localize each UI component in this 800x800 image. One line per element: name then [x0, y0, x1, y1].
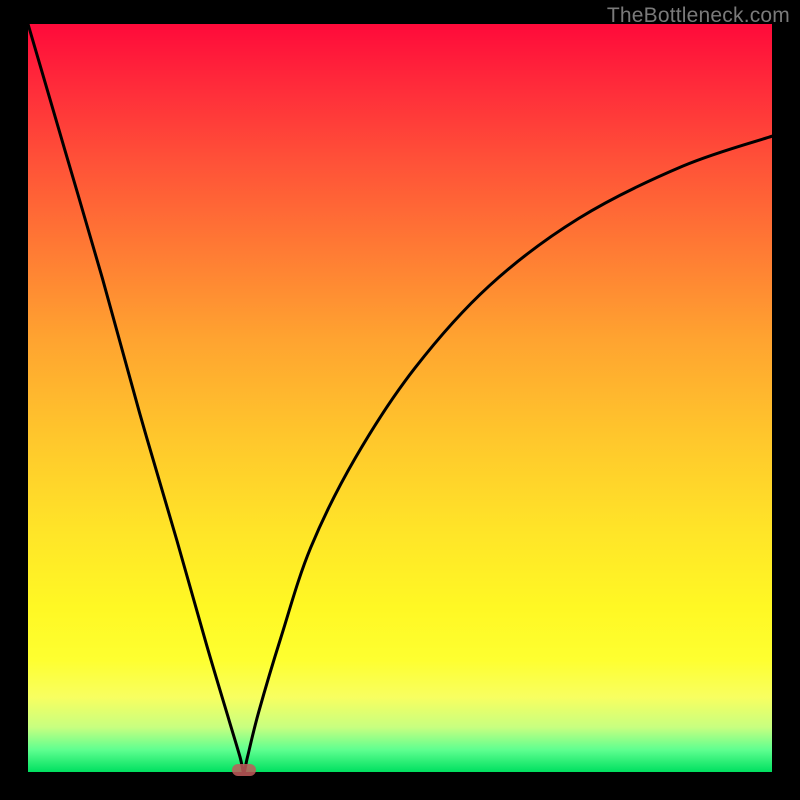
- chart-frame: TheBottleneck.com: [0, 0, 800, 800]
- minimum-marker: [232, 764, 256, 776]
- bottleneck-curve: [28, 24, 772, 772]
- chart-plot-area: [28, 24, 772, 772]
- attribution-label: TheBottleneck.com: [607, 4, 790, 28]
